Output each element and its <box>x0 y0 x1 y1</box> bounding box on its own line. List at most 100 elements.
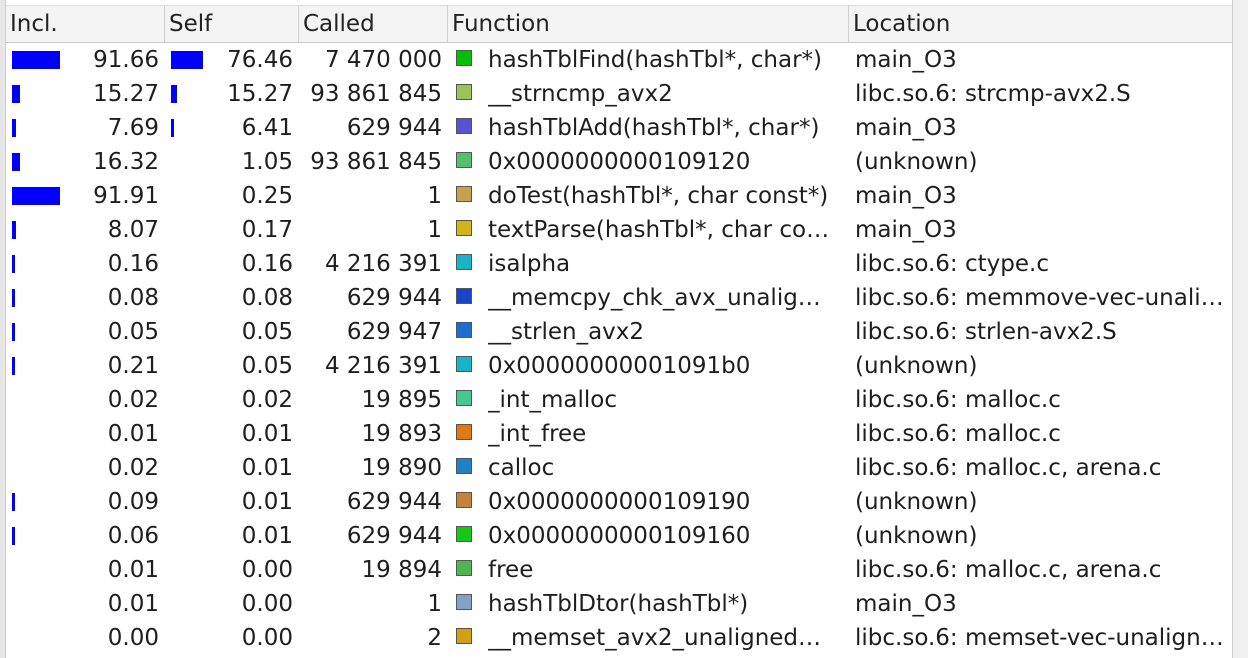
function-cell: 0x0000000000109190 <box>454 485 844 519</box>
column-header-function[interactable]: Function <box>448 6 849 43</box>
table-row[interactable]: 91.91 0.25 1 doTest(hashTbl*, char const*) m… <box>6 179 1232 213</box>
column-header-self[interactable]: Self <box>165 6 299 43</box>
function-cell: __memcpy_chk_avx_unalig… <box>454 281 844 315</box>
table-row[interactable]: 0.08 0.08 629 944 __memcpy_chk_avx_unalig… l… <box>6 281 1232 315</box>
location-text: libc.so.6: malloc.c <box>855 421 1061 447</box>
location-cell: libc.so.6: ctype.c <box>855 247 1232 281</box>
column-header-incl[interactable]: Incl. <box>6 6 165 43</box>
color-swatch-icon <box>456 220 472 236</box>
table-row[interactable]: 7.69 6.41 629 944 hashTblAdd(hashTbl*, char… <box>6 111 1232 145</box>
called-count: 7 470 000 <box>324 47 442 73</box>
location-cell: (unknown) <box>855 145 1232 179</box>
location-text: main_O3 <box>855 591 957 617</box>
self-value: 0.00 <box>241 557 293 583</box>
function-name: hashTblFind(hashTbl*, char*) <box>488 47 823 73</box>
location-cell: main_O3 <box>855 111 1232 145</box>
incl-value: 0.02 <box>107 387 159 413</box>
column-header-location[interactable]: Location <box>849 6 1232 43</box>
incl-value: 0.09 <box>107 489 159 515</box>
incl-value: 16.32 <box>93 149 159 175</box>
self-value: 0.01 <box>241 523 293 549</box>
self-value: 0.05 <box>241 353 293 379</box>
called-count: 1 <box>427 217 442 243</box>
color-swatch-icon <box>456 186 472 202</box>
location-cell: (unknown) <box>855 349 1232 383</box>
self-value: 15.27 <box>227 81 293 107</box>
incl-value: 0.21 <box>107 353 159 379</box>
called-count: 19 894 <box>361 557 442 583</box>
table-row[interactable]: 0.02 0.02 19 895 _int_malloc libc.so.6: mall… <box>6 383 1232 417</box>
location-text: main_O3 <box>855 217 957 243</box>
color-swatch-icon <box>456 118 472 134</box>
table-row[interactable]: 0.02 0.01 19 890 calloc libc.so.6: malloc.c,… <box>6 451 1232 485</box>
color-swatch-icon <box>456 560 472 576</box>
location-text: libc.so.6: memmove-vec-unali… <box>855 285 1224 311</box>
table-row[interactable]: 0.01 0.00 1 hashTblDtor(hashTbl*) main_O3 <box>6 587 1232 621</box>
column-header-called[interactable]: Called <box>299 6 448 43</box>
called-count: 629 944 <box>346 523 442 549</box>
vertical-scrollbar[interactable] <box>1232 0 1248 658</box>
flat-profile-view: Incl. Self Called Function Location 91.6… <box>0 0 1248 658</box>
table-row[interactable]: 0.09 0.01 629 944 0x0000000000109190 (unknow… <box>6 485 1232 519</box>
color-swatch-icon <box>456 458 472 474</box>
function-name: 0x0000000000109190 <box>488 489 751 515</box>
location-cell: libc.so.6: strcmp-avx2.S <box>855 77 1232 111</box>
table-row[interactable]: 0.16 0.16 4 216 391 isalpha libc.so.6: ctype… <box>6 247 1232 281</box>
called-count: 1 <box>427 183 442 209</box>
self-value: 0.01 <box>241 489 293 515</box>
function-name: __memcpy_chk_avx_unalig… <box>488 285 821 311</box>
called-count: 1 <box>427 591 442 617</box>
table-row[interactable]: 16.32 1.05 93 861 845 0x0000000000109120 (un… <box>6 145 1232 179</box>
function-cell: doTest(hashTbl*, char const*) <box>454 179 844 213</box>
function-name: __memset_avx2_unaligned… <box>488 625 822 651</box>
table-row[interactable]: 0.06 0.01 629 944 0x0000000000109160 (unknow… <box>6 519 1232 553</box>
location-text: main_O3 <box>855 47 957 73</box>
called-count: 19 895 <box>361 387 442 413</box>
table-row[interactable]: 0.01 0.00 19 894 free libc.so.6: malloc.c, a… <box>6 553 1232 587</box>
function-name: 0x0000000000109160 <box>488 523 751 549</box>
location-text: (unknown) <box>855 523 978 549</box>
column-header-bar: Incl. Self Called Function Location <box>6 5 1232 43</box>
table-row[interactable]: 0.00 0.00 2 __memset_avx2_unaligned… libc.so… <box>6 621 1232 655</box>
location-cell: (unknown) <box>855 485 1232 519</box>
called-count: 93 861 845 <box>310 81 442 107</box>
location-cell: libc.so.6: strlen-avx2.S <box>855 315 1232 349</box>
function-name: 0x00000000001091b0 <box>488 353 751 379</box>
location-cell: libc.so.6: malloc.c, arena.c <box>855 451 1232 485</box>
function-name: free <box>488 557 534 583</box>
location-cell: libc.so.6: memset-vec-unalign… <box>855 621 1232 655</box>
function-cell: hashTblAdd(hashTbl*, char*) <box>454 111 844 145</box>
called-count: 4 216 391 <box>324 353 442 379</box>
location-text: main_O3 <box>855 183 957 209</box>
function-cell: 0x00000000001091b0 <box>454 349 844 383</box>
table-row[interactable]: 8.07 0.17 1 textParse(hashTbl*, char co… mai… <box>6 213 1232 247</box>
self-value: 0.08 <box>241 285 293 311</box>
self-value: 0.02 <box>241 387 293 413</box>
table-row[interactable]: 0.21 0.05 4 216 391 0x00000000001091b0 (unkn… <box>6 349 1232 383</box>
self-value: 0.05 <box>241 319 293 345</box>
function-cell: __strlen_avx2 <box>454 315 844 349</box>
self-value: 0.17 <box>241 217 293 243</box>
location-text: libc.so.6: malloc.c <box>855 387 1061 413</box>
incl-value: 7.69 <box>107 115 159 141</box>
color-swatch-icon <box>456 492 472 508</box>
function-cell: free <box>454 553 844 587</box>
called-count: 93 861 845 <box>310 149 442 175</box>
incl-value: 0.06 <box>107 523 159 549</box>
function-cell: calloc <box>454 451 844 485</box>
table-row[interactable]: 15.27 15.27 93 861 845 __strncmp_avx2 libc.s… <box>6 77 1232 111</box>
table-row[interactable]: 91.66 76.46 7 470 000 hashTblFind(hashTbl*,… <box>6 43 1232 77</box>
location-text: (unknown) <box>855 353 978 379</box>
called-count: 19 893 <box>361 421 442 447</box>
function-cell: __strncmp_avx2 <box>454 77 844 111</box>
color-swatch-icon <box>456 424 472 440</box>
called-count: 2 <box>427 625 442 651</box>
incl-value: 0.01 <box>107 421 159 447</box>
incl-value: 8.07 <box>107 217 159 243</box>
incl-value: 0.01 <box>107 557 159 583</box>
color-swatch-icon <box>456 526 472 542</box>
function-name: 0x0000000000109120 <box>488 149 751 175</box>
table-row[interactable]: 0.01 0.01 19 893 _int_free libc.so.6: malloc… <box>6 417 1232 451</box>
called-count: 629 944 <box>346 285 442 311</box>
table-row[interactable]: 0.05 0.05 629 947 __strlen_avx2 libc.so.6: s… <box>6 315 1232 349</box>
